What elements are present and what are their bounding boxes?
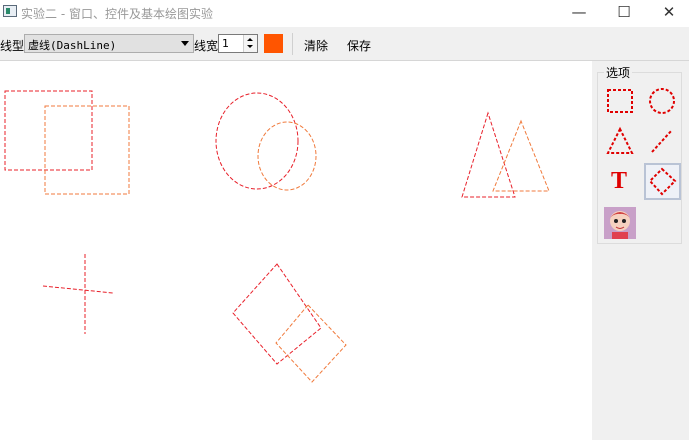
- spin-buttons: [243, 35, 257, 52]
- drawn-rectangle: [44, 105, 130, 195]
- ellipse-tool-button[interactable]: [646, 85, 678, 117]
- line-type-select[interactable]: 虚线(DashLine): [24, 34, 194, 53]
- drawn-ellipse: [257, 121, 317, 191]
- rectangle-tool-button[interactable]: [604, 85, 636, 117]
- maximize-button[interactable]: ☐: [601, 0, 647, 27]
- options-panel: 选项 T: [592, 61, 689, 440]
- diamond-icon: [648, 167, 677, 196]
- drawn-rectangle: [4, 90, 93, 171]
- line-width-spinbox[interactable]: 1: [218, 34, 258, 53]
- drawing-canvas[interactable]: [0, 61, 592, 440]
- toolbar-separator: [292, 33, 293, 55]
- toolbar: 线型 虚线(DashLine) 线宽 1 清除 保存: [0, 27, 689, 61]
- window-title: 实验二 - 窗口、控件及基本绘图实验: [21, 7, 213, 21]
- spin-up-icon[interactable]: [247, 38, 253, 41]
- ellipse-icon: [649, 88, 675, 114]
- line-type-value: 虚线(DashLine): [28, 39, 117, 52]
- diamond-tool-button[interactable]: [644, 163, 681, 200]
- image-icon: [604, 207, 636, 239]
- line-type-label: 线型: [0, 39, 25, 53]
- drawn-diamond: [275, 304, 347, 383]
- line-width-label: 线宽: [194, 39, 219, 53]
- triangle-icon: [606, 126, 634, 154]
- line-tool-button[interactable]: [646, 125, 678, 157]
- options-group-title: 选项: [604, 64, 633, 81]
- text-icon: T: [611, 168, 628, 194]
- drawn-line: [42, 285, 114, 294]
- line-width-value: 1: [222, 37, 229, 50]
- pen-color-button[interactable]: [264, 34, 283, 53]
- clear-button[interactable]: 清除: [304, 37, 328, 54]
- drawn-triangle: [492, 119, 550, 192]
- triangle-tool-button[interactable]: [604, 125, 636, 157]
- minimize-button[interactable]: —: [556, 0, 602, 27]
- image-tool-button[interactable]: [604, 207, 636, 239]
- title-bar: 实验二 - 窗口、控件及基本绘图实验 — ☐ ✕: [0, 0, 689, 27]
- spin-down-icon[interactable]: [247, 45, 253, 48]
- save-button[interactable]: 保存: [347, 37, 371, 54]
- chevron-down-icon: [181, 41, 189, 46]
- rectangle-icon: [607, 89, 633, 113]
- drawn-diamond: [232, 263, 322, 365]
- drawn-ellipse: [215, 92, 299, 190]
- text-tool-button[interactable]: T: [604, 165, 636, 197]
- close-button[interactable]: ✕: [646, 0, 689, 27]
- app-icon: [3, 5, 17, 17]
- line-icon: [651, 129, 673, 153]
